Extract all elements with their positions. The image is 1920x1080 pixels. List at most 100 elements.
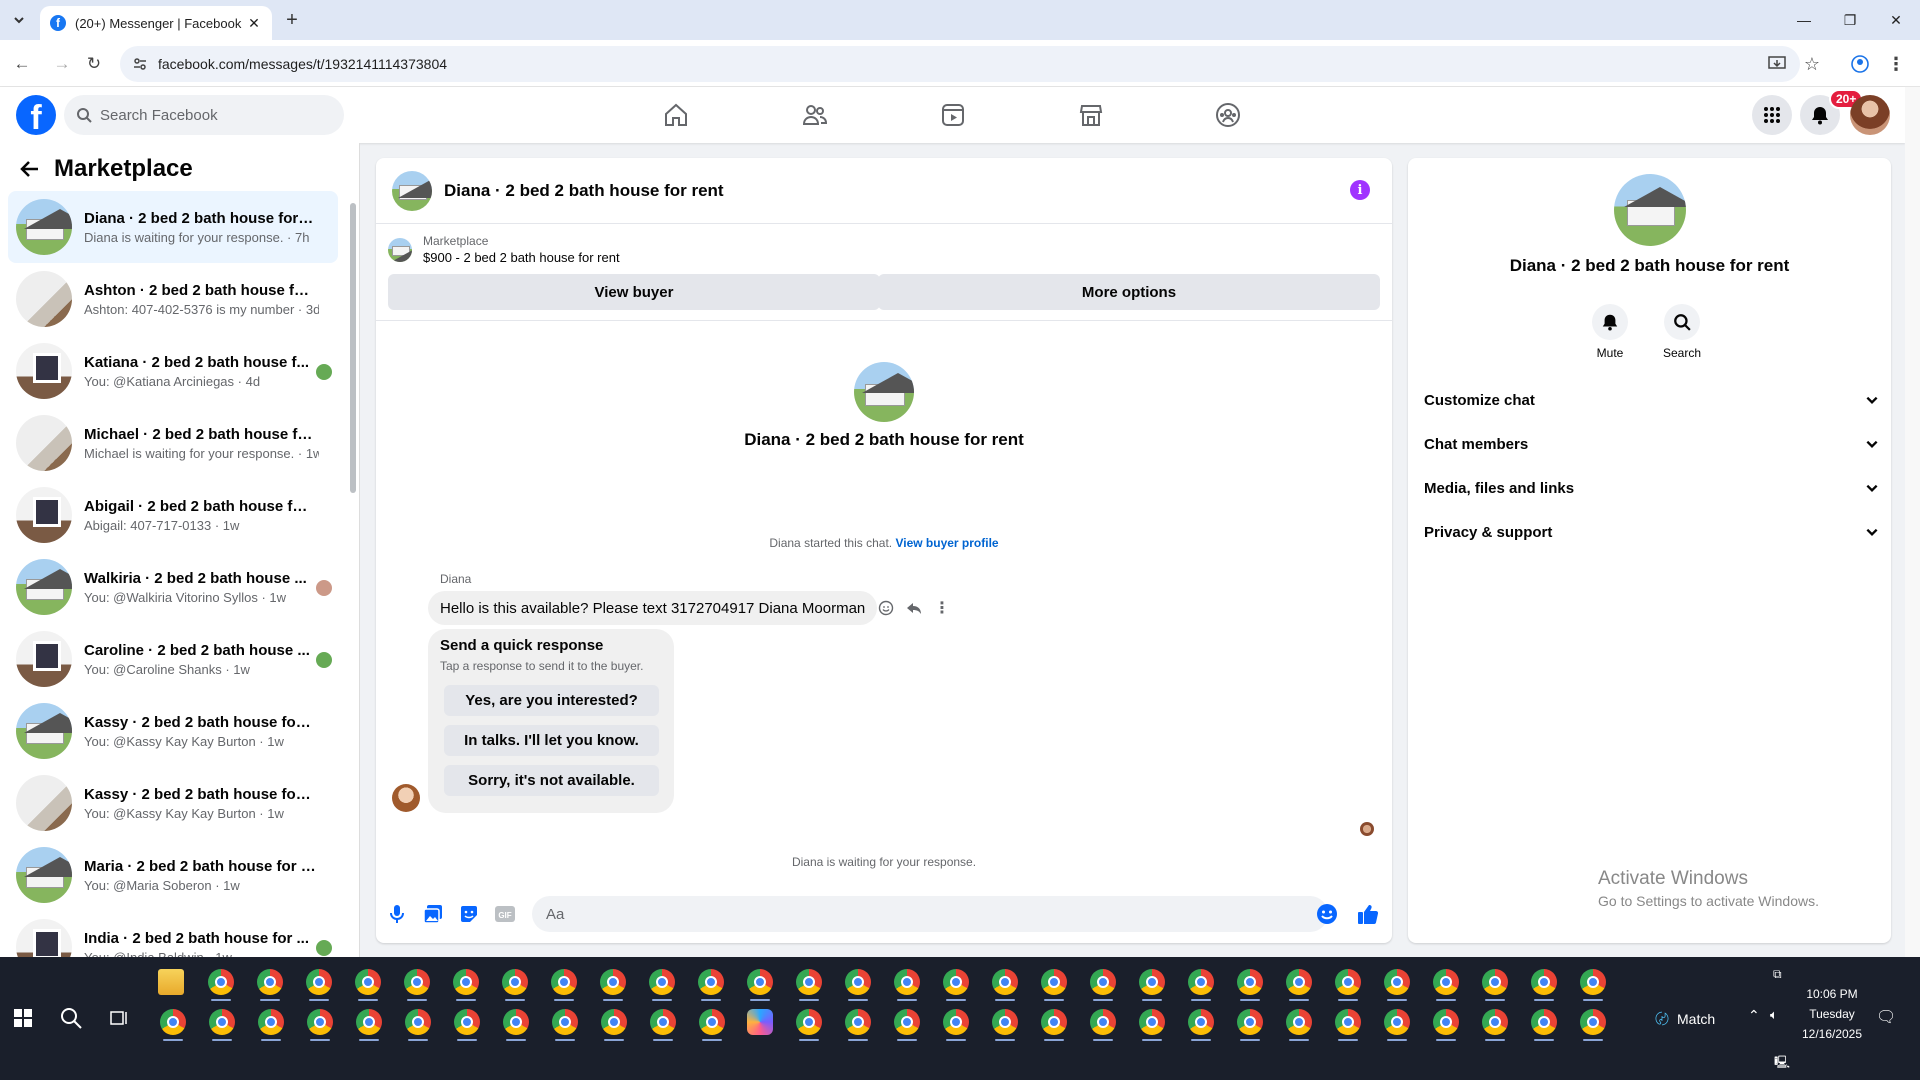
conversation-item[interactable]: Kassy · 2 bed 2 bath house for r... You: … (8, 695, 338, 767)
chrome-window-icon[interactable] (650, 1009, 676, 1035)
chrome-window-icon[interactable] (208, 969, 234, 995)
marketplace-icon[interactable] (1077, 101, 1105, 129)
volume-icon[interactable]: 🔈︎ (1770, 1007, 1778, 1023)
browser-tab[interactable]: f (20+) Messenger | Facebook ✕ (40, 6, 272, 40)
account-avatar[interactable] (1850, 95, 1890, 135)
chrome-window-icon[interactable] (1384, 1009, 1410, 1035)
task-view-icon[interactable] (110, 1009, 128, 1027)
close-window-button[interactable]: ✕ (1873, 0, 1919, 40)
site-settings-icon[interactable] (132, 56, 148, 72)
copilot-icon[interactable] (747, 1009, 773, 1035)
back-button[interactable]: ← (10, 52, 34, 76)
conversation-item[interactable]: Michael · 2 bed 2 bath house for... Micha… (8, 407, 338, 479)
chrome-window-icon[interactable] (699, 1009, 725, 1035)
chrome-window-icon[interactable] (552, 1009, 578, 1035)
message-input[interactable]: Aa (532, 896, 1328, 932)
section-media-files-links[interactable]: Media, files and links (1424, 470, 1879, 506)
chrome-window-icon[interactable] (258, 1009, 284, 1035)
page-scrollbar[interactable] (1905, 87, 1920, 957)
chrome-window-icon[interactable] (845, 1009, 871, 1035)
chrome-window-icon[interactable] (503, 1009, 529, 1035)
chrome-window-icon[interactable] (1286, 1009, 1312, 1035)
section-chat-members[interactable]: Chat members (1424, 426, 1879, 462)
chrome-window-icon[interactable] (1237, 1009, 1263, 1035)
chrome-window-icon[interactable] (1580, 1009, 1606, 1035)
tab-search-button[interactable] (8, 9, 30, 31)
chrome-window-icon[interactable] (257, 969, 283, 995)
chrome-window-icon[interactable] (551, 969, 577, 995)
chrome-window-icon[interactable] (1188, 1009, 1214, 1035)
weather-widget[interactable]: 〄 Match (1655, 1009, 1715, 1029)
friends-icon[interactable] (801, 101, 829, 129)
facebook-search-input[interactable]: Search Facebook (64, 95, 344, 135)
chrome-window-icon[interactable] (1433, 1009, 1459, 1035)
chrome-window-icon[interactable] (796, 1009, 822, 1035)
chrome-window-icon[interactable] (502, 969, 528, 995)
show-hidden-icons[interactable]: ⌃ (1748, 1007, 1760, 1024)
scrollbar-thumb[interactable] (350, 203, 356, 493)
conversation-item[interactable]: Maria · 2 bed 2 bath house for r... You: … (8, 839, 338, 911)
minimize-button[interactable]: — (1781, 0, 1827, 40)
view-buyer-profile-link[interactable]: View buyer profile (895, 536, 998, 550)
chrome-window-icon[interactable] (1482, 969, 1508, 995)
quick-response-yes[interactable]: Yes, are you interested? (444, 685, 659, 716)
chrome-window-icon[interactable] (1384, 969, 1410, 995)
gif-icon[interactable]: GIF (494, 903, 516, 925)
reply-icon[interactable] (904, 598, 924, 618)
clock[interactable]: 10:06 PM Tuesday 12/16/2025 (1795, 987, 1869, 1041)
search-in-chat-button[interactable]: Search (1652, 304, 1712, 360)
chrome-window-icon[interactable] (1531, 1009, 1557, 1035)
install-app-icon[interactable] (1765, 52, 1789, 76)
conversation-item[interactable]: Diana · 2 bed 2 bath house for r... Diana… (8, 191, 338, 263)
chrome-window-icon[interactable] (356, 1009, 382, 1035)
chrome-window-icon[interactable] (209, 1009, 235, 1035)
chrome-window-icon[interactable] (1090, 969, 1116, 995)
menu-dots-icon[interactable]: ⋮ (1884, 52, 1908, 76)
facebook-logo[interactable]: f (16, 95, 56, 135)
chrome-window-icon[interactable] (649, 969, 675, 995)
chrome-window-icon[interactable] (453, 969, 479, 995)
notification-center-icon[interactable]: 🗨︎ (1876, 1007, 1896, 1027)
chrome-window-icon[interactable] (796, 969, 822, 995)
chrome-window-icon[interactable] (747, 969, 773, 995)
taskbar-search-icon[interactable] (60, 1007, 82, 1029)
chrome-window-icon[interactable] (307, 1009, 333, 1035)
conversation-item[interactable]: Kassy · 2 bed 2 bath house for r... You: … (8, 767, 338, 839)
chrome-window-icon[interactable] (160, 1009, 186, 1035)
chrome-window-icon[interactable] (1335, 1009, 1361, 1035)
section-customize-chat[interactable]: Customize chat (1424, 382, 1879, 418)
chrome-window-icon[interactable] (943, 1009, 969, 1035)
chrome-window-icon[interactable] (1188, 969, 1214, 995)
file-explorer-icon[interactable] (158, 969, 184, 995)
thumbs-up-icon[interactable] (1357, 903, 1379, 925)
chat-title[interactable]: Diana · 2 bed 2 bath house for rent (444, 181, 724, 201)
conversation-item[interactable]: Abigail · 2 bed 2 bath house for ... Abig… (8, 479, 338, 551)
restore-button[interactable]: ❐ (1827, 0, 1873, 40)
more-options-button[interactable]: More options (878, 274, 1380, 310)
chrome-window-icon[interactable] (1041, 1009, 1067, 1035)
network-icon[interactable]: ⧉ (1773, 967, 1782, 982)
chrome-window-icon[interactable] (601, 1009, 627, 1035)
chrome-window-icon[interactable] (1041, 969, 1067, 995)
conversation-item[interactable]: Ashton · 2 bed 2 bath house for ... Ashto… (8, 263, 338, 335)
chrome-window-icon[interactable] (306, 969, 332, 995)
chrome-window-icon[interactable] (1090, 1009, 1116, 1035)
back-arrow-icon[interactable] (20, 159, 40, 179)
conversation-item[interactable]: Walkiria · 2 bed 2 bath house ... You: @W… (8, 551, 338, 623)
menu-grid-button[interactable] (1752, 95, 1792, 135)
chrome-window-icon[interactable] (1335, 969, 1361, 995)
quick-response-not-available[interactable]: Sorry, it's not available. (444, 765, 659, 796)
microphone-icon[interactable] (386, 903, 408, 925)
mute-button[interactable]: Mute (1580, 304, 1640, 360)
chrome-window-icon[interactable] (404, 969, 430, 995)
view-buyer-button[interactable]: View buyer (388, 274, 880, 310)
photo-icon[interactable] (422, 903, 444, 925)
chrome-window-icon[interactable] (454, 1009, 480, 1035)
chrome-window-icon[interactable] (1531, 969, 1557, 995)
windows-start-icon[interactable] (14, 1009, 32, 1027)
conversation-item[interactable]: Caroline · 2 bed 2 bath house ... You: @C… (8, 623, 338, 695)
profile-icon[interactable] (1848, 52, 1872, 76)
chrome-window-icon[interactable] (894, 969, 920, 995)
chrome-window-icon[interactable] (405, 1009, 431, 1035)
chat-avatar[interactable] (392, 170, 432, 211)
